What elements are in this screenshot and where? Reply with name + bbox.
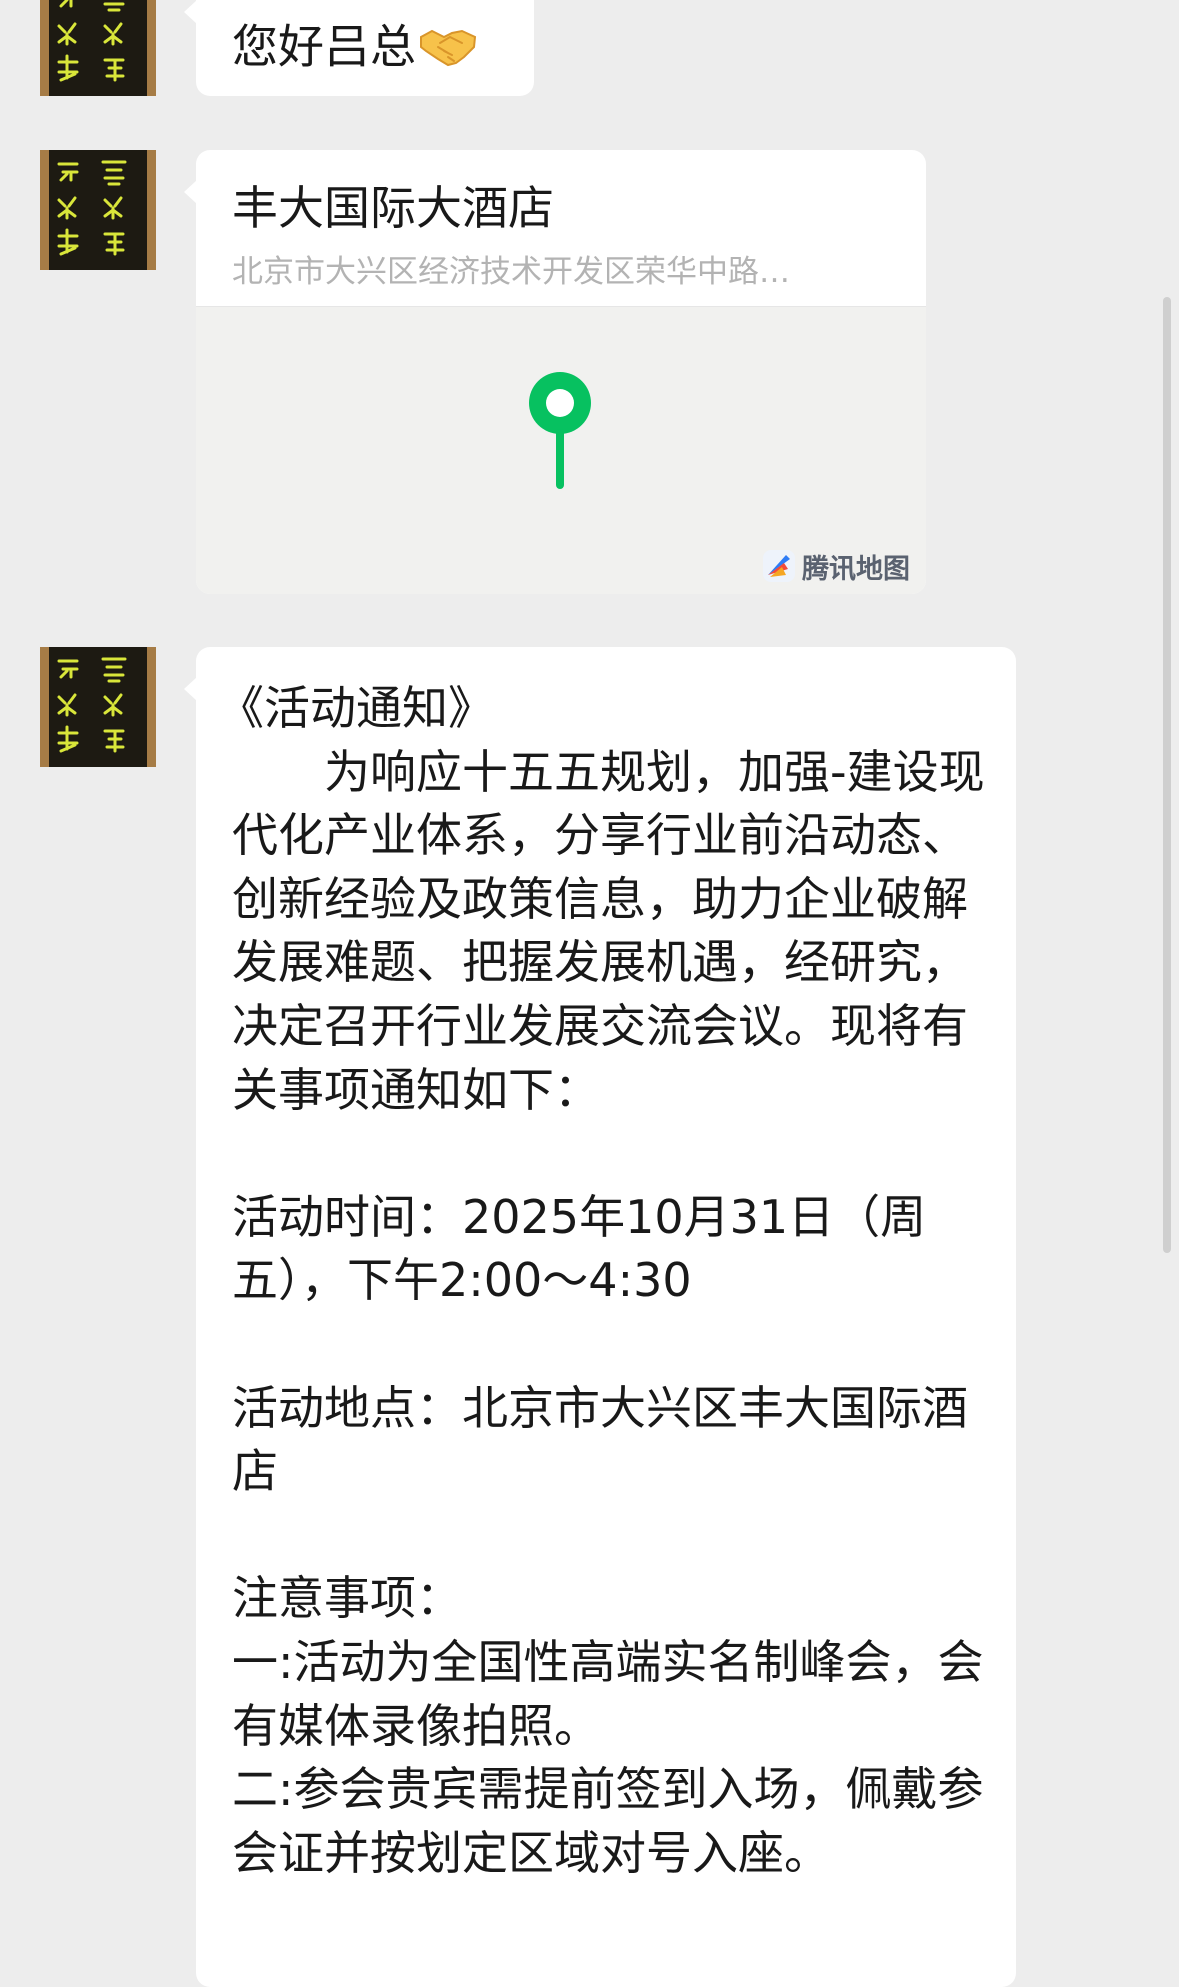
- notice-message-text: 《活动通知》 为响应十五五规划，加强-建设现代化产业体系，分享行业前沿动态、创新…: [218, 677, 988, 1885]
- notice-title: 《活动通知》: [218, 681, 494, 735]
- location-address: 北京市大兴区经济技术开发区荣华中路…: [232, 254, 790, 290]
- greeting-message-text: 您好吕总: [232, 19, 416, 73]
- location-map-preview[interactable]: 腾讯地图: [196, 307, 926, 594]
- greeting-message-bubble[interactable]: 您好吕总: [184, 0, 534, 96]
- map-provider-label: 腾讯地图: [762, 546, 910, 586]
- location-name: 丰大国际大酒店: [232, 181, 554, 235]
- contact-avatar[interactable]: [40, 150, 156, 270]
- handshake-emoji-icon: [420, 29, 477, 67]
- contact-avatar[interactable]: [40, 647, 156, 767]
- location-header: 丰大国际大酒店 北京市大兴区经济技术开发区荣华中路…: [196, 150, 926, 307]
- tencent-map-logo-icon: [763, 550, 795, 582]
- contact-avatar[interactable]: [40, 0, 156, 96]
- map-provider-name: 腾讯地图: [802, 553, 910, 585]
- notice-body: 为响应十五五规划，加强-建设现代化产业体系，分享行业前沿动态、创新经验及政策信息…: [232, 744, 985, 1880]
- notice-message-bubble[interactable]: 《活动通知》 为响应十五五规划，加强-建设现代化产业体系，分享行业前沿动态、创新…: [184, 647, 1016, 1987]
- location-message-card[interactable]: 丰大国际大酒店 北京市大兴区经济技术开发区荣华中路… 腾讯地图: [184, 150, 926, 594]
- chat-scrollbar[interactable]: [1163, 297, 1171, 1253]
- map-pin-icon: [529, 372, 591, 489]
